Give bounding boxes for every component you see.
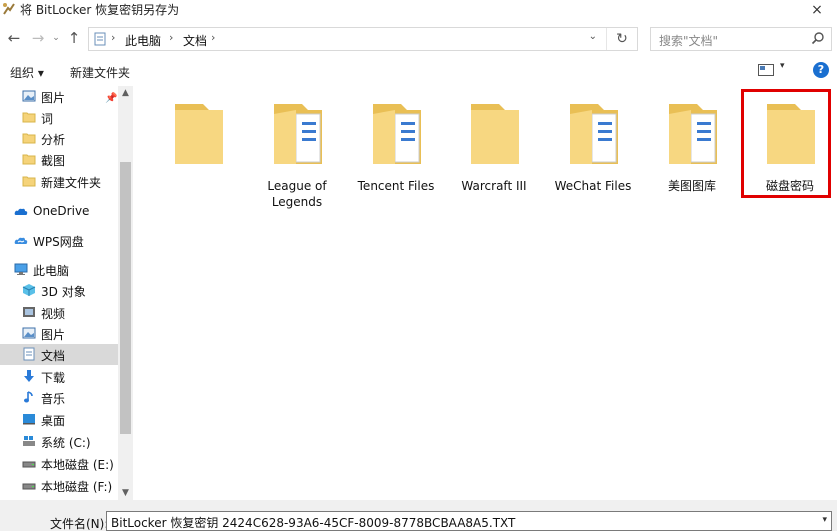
navigation-pane: 图片 词 分析 截图 新建文件夹 OneDrive WPS网盘 此电脑 3D 对… — [0, 86, 134, 500]
sidebar-item-downloads[interactable]: 下载 — [0, 366, 118, 387]
up-button[interactable]: ↑ — [64, 28, 84, 48]
documents-icon — [94, 32, 106, 46]
3d-objects-icon — [22, 284, 36, 296]
sidebar-item-analysis[interactable]: 分析 — [0, 128, 118, 149]
sidebar-item-pictures-quick[interactable]: 图片 — [0, 86, 118, 107]
search-input[interactable]: 搜索"文档" — [650, 27, 832, 51]
address-bar[interactable]: › 此电脑 › 文档 › ⌄ ↻ — [88, 27, 638, 51]
scroll-thumb[interactable] — [120, 162, 131, 434]
folder-icon — [669, 104, 717, 164]
pictures-icon — [22, 327, 36, 339]
sidebar-item-videos[interactable]: 视频 — [0, 302, 118, 323]
back-button[interactable]: ← — [4, 28, 24, 48]
sidebar-scrollbar[interactable]: ▲ ▼ — [118, 86, 133, 500]
filename-label: 文件名(N): — [50, 517, 109, 531]
command-bar: 组织 ▾ 新建文件夹 — [0, 56, 837, 87]
drive-icon — [22, 483, 36, 490]
breadcrumb-separator: › — [169, 31, 174, 44]
documents-icon — [23, 347, 35, 361]
folder-icon — [570, 104, 618, 164]
search-placeholder: 搜索"文档" — [659, 34, 719, 48]
sidebar-item-screenshots[interactable]: 截图 — [0, 149, 118, 170]
sidebar-item-music[interactable]: 音乐 — [0, 387, 118, 408]
help-icon[interactable]: ? — [813, 62, 829, 78]
sidebar-item-documents[interactable]: 文档 — [0, 344, 118, 365]
sidebar-item-desktop[interactable]: 桌面 — [0, 409, 118, 430]
onedrive-icon — [14, 208, 28, 215]
forward-button[interactable]: → — [28, 28, 48, 48]
address-dropdown-icon[interactable]: ⌄ — [589, 31, 597, 42]
folder-icon — [471, 104, 519, 164]
save-dialog-icon — [3, 3, 15, 15]
drive-icon — [22, 461, 36, 468]
file-list: League of Legends Tencent Files Warcraft… — [134, 86, 837, 500]
window-title: 将 BitLocker 恢复密钥另存为 — [20, 3, 180, 17]
recent-locations-dropdown[interactable]: ⌄ — [46, 28, 66, 48]
videos-icon — [23, 307, 35, 317]
view-dropdown-icon[interactable]: ▾ — [780, 61, 785, 71]
folder-icon — [22, 176, 36, 187]
scroll-up-button[interactable]: ▲ — [118, 88, 133, 98]
highlight-box — [741, 89, 831, 198]
folder-icon — [22, 154, 36, 165]
desktop-icon — [23, 414, 35, 425]
filename-input[interactable]: BitLocker 恢复密钥 2424C628-93A6-45CF-8009-8… — [106, 511, 832, 531]
breadcrumb-this-pc[interactable]: 此电脑 — [125, 32, 161, 49]
sidebar-item-wps-cloud[interactable]: WPS网盘 — [0, 230, 118, 251]
pin-icon[interactable]: 📌 — [105, 93, 117, 104]
sidebar-item-onedrive[interactable]: OneDrive — [0, 201, 118, 222]
search-icon — [811, 32, 824, 45]
navigation-bar: ← → ⌄ ↑ › 此电脑 › 文档 › ⌄ ↻ 搜索"文档" — [0, 22, 837, 56]
music-icon — [24, 391, 33, 403]
this-pc-icon — [14, 263, 28, 275]
breadcrumb-documents[interactable]: 文档 — [183, 32, 207, 49]
folder-icon — [274, 104, 322, 164]
close-button[interactable]: × — [797, 0, 837, 22]
sidebar-item-local-f[interactable]: 本地磁盘 (F:) — [0, 475, 118, 496]
folder-icon — [22, 112, 36, 123]
pictures-icon — [22, 90, 36, 102]
title-bar: 将 BitLocker 恢复密钥另存为 × — [0, 0, 837, 22]
filename-bar: 文件名(N): BitLocker 恢复密钥 2424C628-93A6-45C… — [0, 500, 837, 531]
breadcrumb-separator: › — [111, 31, 116, 44]
view-options-icon[interactable] — [758, 64, 774, 76]
scroll-down-button[interactable]: ▼ — [118, 488, 133, 498]
sidebar-item-new-folder[interactable]: 新建文件夹 — [0, 171, 118, 192]
filename-dropdown-icon[interactable]: ▾ — [822, 515, 827, 525]
system-drive-icon — [23, 436, 35, 446]
folder-icon — [175, 104, 223, 164]
sidebar-item-this-pc[interactable]: 此电脑 — [0, 259, 118, 280]
organize-button[interactable]: 组织 ▾ — [10, 64, 44, 81]
sidebar-item-pictures[interactable]: 图片 — [0, 323, 118, 344]
folder-icon — [373, 104, 421, 164]
folder-icon — [22, 133, 36, 144]
filename-value: BitLocker 恢复密钥 2424C628-93A6-45CF-8009-8… — [111, 516, 516, 530]
sidebar-item-ci[interactable]: 词 — [0, 107, 118, 128]
sidebar-item-local-e[interactable]: 本地磁盘 (E:) — [0, 453, 118, 474]
sidebar-item-system-c[interactable]: 系统 (C:) — [0, 431, 118, 452]
new-folder-button[interactable]: 新建文件夹 — [70, 64, 130, 81]
sidebar-item-3d-objects[interactable]: 3D 对象 — [0, 280, 118, 301]
wps-cloud-icon — [14, 237, 28, 244]
refresh-button[interactable]: ↻ — [606, 28, 637, 50]
breadcrumb-separator: › — [211, 31, 216, 44]
download-icon — [24, 370, 34, 382]
